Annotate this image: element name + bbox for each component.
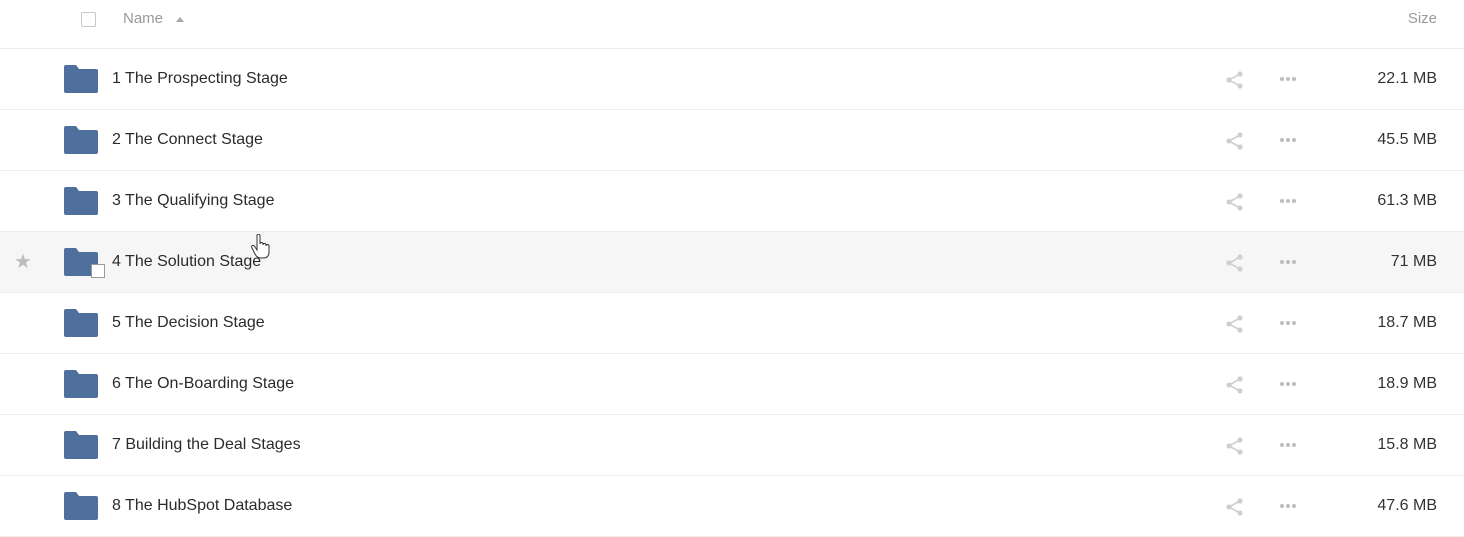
file-name[interactable]: 4 The Solution Stage	[112, 253, 261, 271]
file-size: 18.9 MB	[1377, 375, 1437, 392]
more-options-icon[interactable]	[1278, 71, 1298, 87]
folder-icon	[64, 431, 98, 459]
more-options-icon[interactable]	[1278, 254, 1298, 270]
file-row[interactable]: ★ 3 The Qualifying Stage 61.3 MB	[0, 171, 1464, 232]
file-size: 47.6 MB	[1377, 497, 1437, 514]
share-icon[interactable]	[1225, 253, 1245, 273]
file-name[interactable]: 5 The Decision Stage	[112, 314, 265, 332]
folder-icon	[64, 370, 98, 398]
file-list: ★ 1 The Prospecting Stage 22.1 MB ★ 2 Th…	[0, 49, 1464, 537]
sort-ascending-icon[interactable]	[176, 17, 184, 22]
more-options-icon[interactable]	[1278, 376, 1298, 392]
folder-icon	[64, 65, 98, 93]
star-icon[interactable]: ★	[14, 252, 34, 272]
share-icon[interactable]	[1225, 375, 1245, 395]
file-size: 18.7 MB	[1377, 314, 1437, 331]
more-options-icon[interactable]	[1278, 132, 1298, 148]
file-list-header: Name Size	[0, 0, 1464, 49]
folder-icon	[64, 187, 98, 215]
file-name[interactable]: 6 The On-Boarding Stage	[112, 375, 294, 393]
more-options-icon[interactable]	[1278, 193, 1298, 209]
more-options-icon[interactable]	[1278, 315, 1298, 331]
share-icon[interactable]	[1225, 131, 1245, 151]
file-size: 22.1 MB	[1377, 70, 1437, 87]
share-icon[interactable]	[1225, 192, 1245, 212]
file-row[interactable]: ★ 5 The Decision Stage 18.7 MB	[0, 293, 1464, 354]
file-size: 45.5 MB	[1377, 131, 1437, 148]
folder-icon	[64, 126, 98, 154]
file-row[interactable]: ★ 1 The Prospecting Stage 22.1 MB	[0, 49, 1464, 110]
file-row[interactable]: ★ 4 The Solution Stage 71 MB	[0, 232, 1464, 293]
folder-icon	[64, 309, 98, 337]
more-options-icon[interactable]	[1278, 437, 1298, 453]
more-options-icon[interactable]	[1278, 498, 1298, 514]
share-icon[interactable]	[1225, 436, 1245, 456]
file-row[interactable]: ★ 8 The HubSpot Database 47.6 MB	[0, 476, 1464, 537]
file-size: 15.8 MB	[1377, 436, 1437, 453]
share-icon[interactable]	[1225, 70, 1245, 90]
file-size: 71 MB	[1390, 253, 1437, 270]
file-name[interactable]: 2 The Connect Stage	[112, 131, 263, 149]
folder-icon	[64, 492, 98, 520]
select-all-checkbox[interactable]	[81, 12, 96, 27]
file-row[interactable]: ★ 7 Building the Deal Stages 15.8 MB	[0, 415, 1464, 476]
file-name[interactable]: 1 The Prospecting Stage	[112, 70, 288, 88]
share-icon[interactable]	[1225, 497, 1245, 517]
file-name[interactable]: 3 The Qualifying Stage	[112, 192, 274, 210]
file-name[interactable]: 8 The HubSpot Database	[112, 497, 292, 515]
folder-icon	[64, 248, 105, 278]
file-row[interactable]: ★ 6 The On-Boarding Stage 18.9 MB	[0, 354, 1464, 415]
file-name[interactable]: 7 Building the Deal Stages	[112, 436, 301, 454]
name-column-header[interactable]: Name	[123, 10, 163, 27]
share-icon[interactable]	[1225, 314, 1245, 334]
file-size: 61.3 MB	[1377, 192, 1437, 209]
row-select-checkbox[interactable]	[91, 264, 105, 278]
file-row[interactable]: ★ 2 The Connect Stage 45.5 MB	[0, 110, 1464, 171]
size-column-header[interactable]: Size	[1408, 10, 1437, 27]
